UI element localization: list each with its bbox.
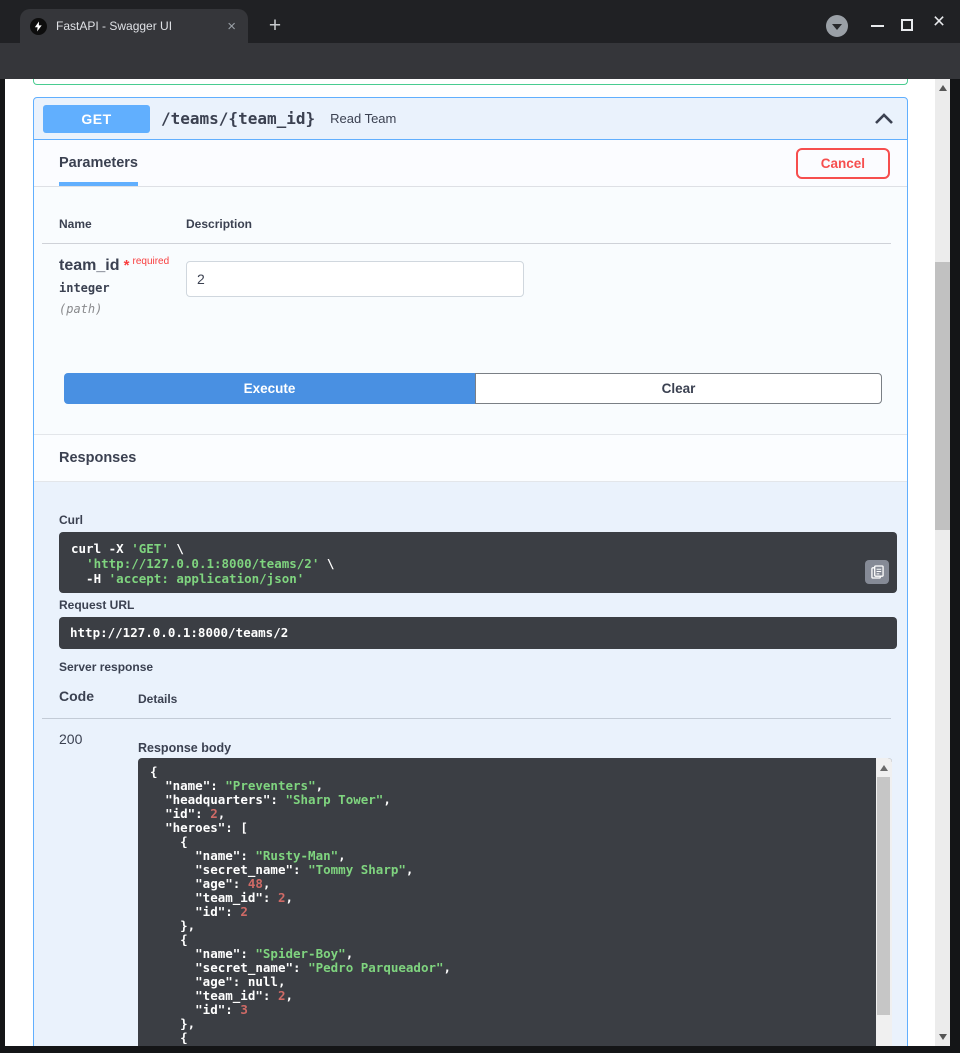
- page-scrollbar-thumb[interactable]: [935, 262, 950, 530]
- code-column-header: Code: [59, 688, 94, 704]
- clipboard-icon: [871, 565, 884, 579]
- parameters-tab-row: Parameters Cancel: [34, 140, 907, 187]
- table-divider: [42, 243, 891, 244]
- team-id-input[interactable]: [186, 261, 524, 297]
- tab-title: FastAPI - Swagger UI: [56, 19, 225, 33]
- scroll-up-arrow-icon[interactable]: [880, 765, 888, 771]
- copy-button[interactable]: [865, 560, 889, 584]
- maximize-button[interactable]: [901, 19, 913, 31]
- operation-summary: Read Team: [330, 111, 396, 126]
- window-close-button[interactable]: ×: [929, 10, 949, 34]
- browser-toolbar: ← → 127.0.0.1:8000/docs#/default/read_te…: [0, 43, 960, 79]
- server-response-label: Server response: [59, 660, 153, 674]
- response-body-scrollbar[interactable]: [876, 758, 892, 1046]
- tab-parameters[interactable]: Parameters: [59, 140, 138, 186]
- previous-operation-block-edge: [33, 79, 908, 85]
- required-label: required: [132, 256, 169, 267]
- request-url-value: http://127.0.0.1:8000/teams/2: [59, 617, 897, 649]
- swagger-ui: GET /teams/{team_id} Read Team Parameter…: [33, 79, 908, 1046]
- tab-search-button[interactable]: [826, 15, 848, 37]
- column-header-name: Name: [59, 217, 92, 231]
- execute-button-group: Execute Clear: [64, 373, 882, 404]
- minimize-button[interactable]: [871, 25, 884, 27]
- collapse-button[interactable]: [874, 112, 894, 125]
- parameters-section: Name Description team_id *required integ…: [34, 187, 907, 434]
- parameter-name: team_id: [59, 257, 119, 274]
- page-content: GET /teams/{team_id} Read Team Parameter…: [5, 79, 950, 1046]
- response-table-divider: [42, 718, 891, 719]
- tab-close-icon[interactable]: ×: [225, 19, 238, 34]
- details-column-header: Details: [138, 692, 177, 706]
- responses-title: Responses: [59, 450, 136, 466]
- parameter-type: integer: [59, 281, 169, 295]
- response-body: { "name": "Preventers", "headquarters": …: [138, 758, 892, 1046]
- browser-tab[interactable]: FastAPI - Swagger UI ×: [20, 9, 248, 43]
- tab-strip: FastAPI - Swagger UI × + ×: [0, 0, 960, 43]
- response-body-code: { "name": "Preventers", "headquarters": …: [150, 765, 864, 1046]
- cancel-button[interactable]: Cancel: [796, 148, 890, 179]
- curl-command: curl -X 'GET' \ 'http://127.0.0.1:8000/t…: [59, 532, 897, 593]
- page-scroll-down-arrow-icon[interactable]: [939, 1034, 947, 1040]
- caret-down-icon: [832, 24, 842, 30]
- execute-button[interactable]: Execute: [64, 373, 475, 404]
- response-scrollbar-thumb[interactable]: [877, 777, 890, 1015]
- operation-header[interactable]: GET /teams/{team_id} Read Team: [34, 98, 907, 140]
- fastapi-logo-icon: [30, 18, 47, 35]
- responses-section-header: Responses: [34, 434, 907, 482]
- method-badge: GET: [43, 105, 150, 133]
- required-asterisk: *: [119, 257, 129, 274]
- curl-label: Curl: [59, 513, 83, 527]
- page-scroll-up-arrow-icon[interactable]: [939, 85, 947, 91]
- chevron-up-icon: [874, 112, 894, 125]
- parameter-location: (path): [59, 302, 169, 316]
- curl-command-code: curl -X 'GET' \ 'http://127.0.0.1:8000/t…: [71, 541, 885, 586]
- response-body-label: Response body: [138, 741, 231, 755]
- request-url-label: Request URL: [59, 598, 134, 612]
- operation-path: /teams/{team_id}: [161, 109, 315, 128]
- responses-section-body: Curl curl -X 'GET' \ 'http://127.0.0.1:8…: [34, 482, 907, 1046]
- column-header-description: Description: [186, 217, 252, 231]
- operation-block-get-team: GET /teams/{team_id} Read Team Parameter…: [33, 97, 908, 1046]
- new-tab-button[interactable]: +: [262, 13, 288, 39]
- parameter-name-cell: team_id *required integer (path): [59, 257, 169, 316]
- page-scrollbar[interactable]: [935, 79, 950, 1046]
- clear-button[interactable]: Clear: [475, 373, 882, 404]
- status-code: 200: [59, 731, 82, 747]
